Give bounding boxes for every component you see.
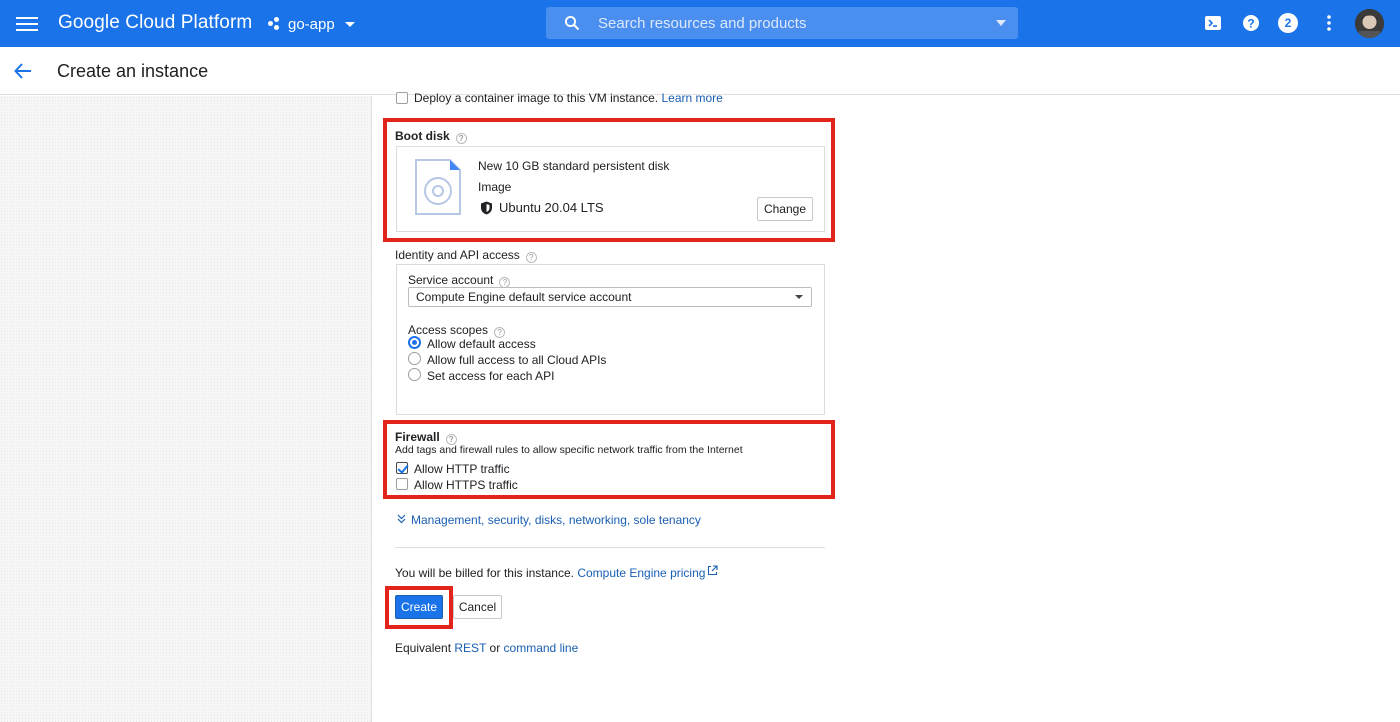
page-title: Create an instance bbox=[57, 61, 209, 81]
help-icon[interactable]: ? bbox=[1241, 13, 1261, 33]
scope-each-radio[interactable] bbox=[408, 368, 421, 381]
container-label: Deploy a container image to this VM inst… bbox=[414, 91, 659, 105]
service-account-select[interactable]: Compute Engine default service account bbox=[408, 287, 812, 307]
search-icon bbox=[564, 15, 580, 31]
highlight-firewall bbox=[383, 420, 835, 499]
project-name: go-app bbox=[288, 15, 335, 33]
top-app-bar: Google Cloud Platform go-app Search reso… bbox=[0, 0, 1400, 47]
highlight-create bbox=[385, 586, 453, 629]
billing-text: You will be billed for this instance. bbox=[395, 566, 574, 580]
chevron-down-icon bbox=[795, 295, 803, 299]
chevron-down-icon bbox=[344, 21, 355, 27]
divider bbox=[395, 547, 825, 548]
right-panel bbox=[837, 96, 1400, 722]
brand-title[interactable]: Google Cloud Platform bbox=[58, 12, 252, 34]
page-header: Create an instance bbox=[0, 47, 1400, 95]
scope-full-label[interactable]: Allow full access to all Cloud APIs bbox=[427, 353, 606, 367]
scope-default-label[interactable]: Allow default access bbox=[427, 337, 536, 351]
container-row: Deploy a container image to this VM inst… bbox=[414, 91, 723, 105]
more-vert-icon[interactable] bbox=[1319, 13, 1339, 33]
avatar[interactable] bbox=[1355, 9, 1384, 38]
search-dropdown-icon[interactable] bbox=[996, 20, 1006, 26]
management-options-link[interactable]: Management, security, disks, networking,… bbox=[411, 513, 701, 527]
search-bar[interactable]: Search resources and products bbox=[546, 7, 1018, 39]
service-account-label: Service account bbox=[408, 273, 494, 287]
access-scopes-label: Access scopes bbox=[408, 323, 489, 337]
svg-text:?: ? bbox=[1247, 17, 1254, 31]
scope-each-label[interactable]: Set access for each API bbox=[427, 369, 554, 383]
identity-heading-text: Identity and API access bbox=[395, 248, 520, 262]
avatar-image bbox=[1355, 9, 1384, 38]
project-selector[interactable]: go-app bbox=[268, 14, 355, 34]
equivalent-prefix: Equivalent bbox=[395, 641, 452, 655]
help-icon[interactable]: ? bbox=[525, 252, 537, 263]
left-panel bbox=[0, 96, 371, 722]
rest-link[interactable]: REST bbox=[454, 641, 486, 655]
external-link-icon[interactable] bbox=[707, 565, 718, 576]
service-account-value: Compute Engine default service account bbox=[416, 290, 632, 304]
service-account-label-row: Service account? bbox=[408, 273, 511, 288]
back-arrow-icon[interactable] bbox=[12, 60, 34, 82]
container-checkbox[interactable] bbox=[396, 92, 408, 104]
access-scopes-label-row: Access scopes? bbox=[408, 323, 506, 338]
identity-heading: Identity and API access? bbox=[395, 248, 537, 263]
search-input[interactable]: Search resources and products bbox=[598, 15, 806, 32]
pricing-link[interactable]: Compute Engine pricing bbox=[577, 566, 705, 580]
billing-row: You will be billed for this instance. Co… bbox=[395, 566, 705, 580]
highlight-boot-disk bbox=[383, 118, 835, 242]
panel-divider bbox=[371, 96, 372, 722]
equivalent-row: Equivalent REST or command line bbox=[395, 641, 578, 655]
equivalent-or: or bbox=[489, 641, 501, 655]
scope-default-radio[interactable] bbox=[408, 336, 421, 349]
learn-more-link[interactable]: Learn more bbox=[661, 91, 722, 105]
notifications-badge[interactable]: 2 bbox=[1278, 13, 1298, 33]
cancel-button[interactable]: Cancel bbox=[453, 595, 502, 619]
command-line-link[interactable]: command line bbox=[504, 641, 579, 655]
menu-icon[interactable] bbox=[16, 14, 38, 32]
cloud-shell-icon[interactable] bbox=[1203, 13, 1223, 33]
scope-full-radio[interactable] bbox=[408, 352, 421, 365]
double-chevron-down-icon[interactable] bbox=[397, 514, 406, 524]
project-icon bbox=[268, 17, 282, 31]
